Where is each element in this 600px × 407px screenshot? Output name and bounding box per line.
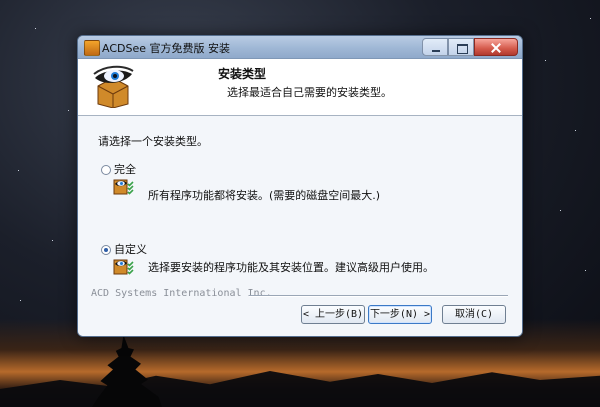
star: [68, 110, 69, 111]
option-complete-label[interactable]: 完全: [114, 161, 136, 177]
star: [585, 270, 586, 271]
close-button[interactable]: [474, 38, 518, 56]
dialog-header: 安装类型 选择最适合自己需要的安装类型。: [78, 59, 522, 116]
window-title: ACDSee 官方免费版 安装: [102, 42, 230, 55]
dialog-client-area: 安装类型 选择最适合自己需要的安装类型。 请选择一个安装类型。 完全 所有程序功…: [78, 59, 522, 336]
company-label: ACD Systems International Inc.: [91, 288, 272, 299]
star: [575, 130, 576, 131]
cancel-button[interactable]: 取消(C): [442, 305, 506, 324]
app-icon: [84, 40, 100, 56]
option-complete-description: 所有程序功能都将安装。(需要的磁盘空间最大.): [148, 189, 381, 202]
radio-complete[interactable]: [101, 165, 111, 175]
header-subtitle: 选择最适合自己需要的安装类型。: [227, 86, 392, 99]
star: [560, 210, 561, 211]
maximize-button[interactable]: [448, 38, 474, 56]
minimize-button[interactable]: [422, 38, 448, 56]
radio-custom[interactable]: [101, 245, 111, 255]
header-title: 安装类型: [218, 67, 267, 81]
title-bar[interactable]: ACDSee 官方免费版 安装: [78, 36, 522, 59]
star: [20, 300, 21, 301]
caption-buttons: [422, 38, 518, 56]
star: [52, 240, 53, 241]
feature-custom-icon: [113, 259, 134, 275]
back-button[interactable]: < 上一步(B): [301, 305, 365, 324]
next-button[interactable]: 下一步(N) >: [368, 305, 432, 324]
star: [18, 170, 19, 171]
option-custom-label[interactable]: 自定义: [114, 241, 147, 257]
star: [545, 60, 546, 61]
footer-separator: [249, 295, 508, 296]
option-custom-description: 选择要安装的程序功能及其安装位置。建议高级用户使用。: [148, 261, 434, 274]
star: [590, 18, 591, 19]
setup-type-prompt: 请选择一个安装类型。: [98, 135, 208, 148]
feature-full-icon: [113, 179, 134, 195]
installer-window: ACDSee 官方免费版 安装 安装类型 选择最适合自己需要的安装类型。 请选择…: [77, 35, 523, 337]
acdsee-logo-icon: [93, 65, 134, 108]
star: [35, 28, 36, 29]
